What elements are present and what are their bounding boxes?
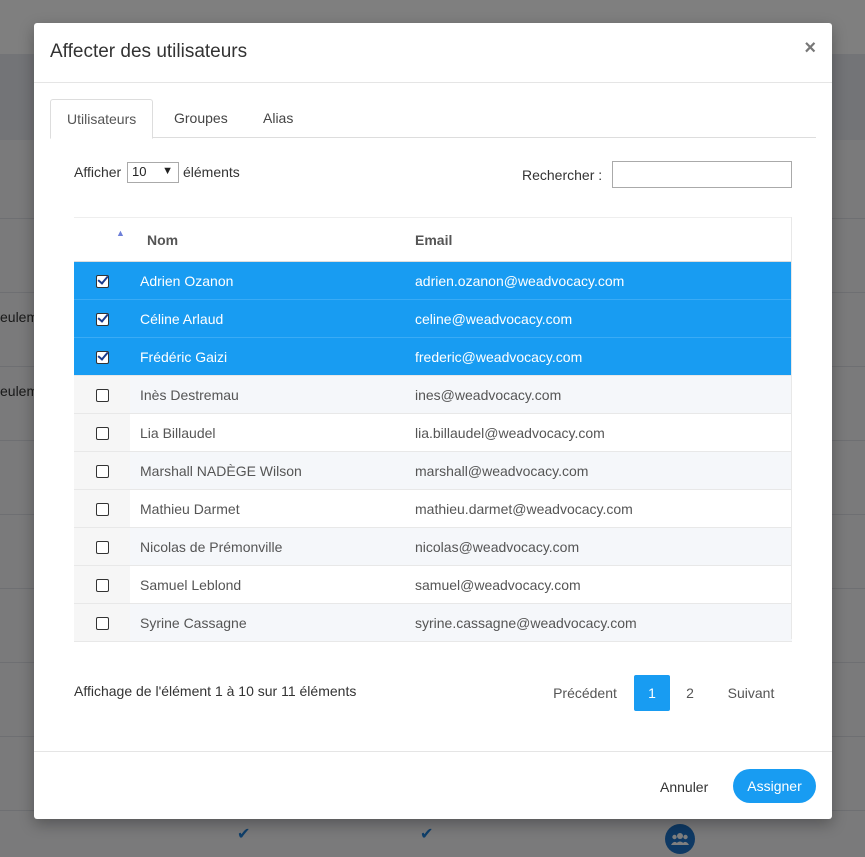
close-icon[interactable]: × <box>804 37 816 59</box>
users-table: ▲ Nom Email Adrien Ozanon adrien.ozanon@w… <box>74 217 792 642</box>
page-length-select[interactable]: 10 ▼ <box>127 162 179 183</box>
row-select-cell[interactable] <box>74 489 130 528</box>
user-email-cell: celine@weadvocacy.com <box>405 299 792 338</box>
search-input[interactable] <box>612 161 792 188</box>
page-length-value: 10 <box>132 164 147 179</box>
user-name-cell: Syrine Cassagne <box>130 603 405 642</box>
pagination-page-1[interactable]: 1 <box>634 675 670 711</box>
row-checkbox[interactable] <box>95 313 109 327</box>
row-select-cell[interactable] <box>74 413 130 452</box>
column-header-email[interactable]: Email <box>405 217 792 262</box>
table-header-row: ▲ Nom Email <box>74 217 792 262</box>
select-column-header[interactable]: ▲ <box>74 217 130 262</box>
table-info: Affichage de l'élément 1 à 10 sur 11 élé… <box>74 683 357 699</box>
modal-title: Affecter des utilisateurs <box>50 41 248 62</box>
cancel-button[interactable]: Annuler <box>650 770 718 804</box>
row-checkbox[interactable] <box>95 351 109 365</box>
tab-utilisateurs[interactable]: Utilisateurs <box>50 99 154 139</box>
row-checkbox[interactable] <box>95 427 109 441</box>
user-name-cell: Mathieu Darmet <box>130 489 405 528</box>
row-checkbox[interactable] <box>95 617 109 631</box>
user-email-cell: marshall@weadvocacy.com <box>405 451 792 490</box>
table-row[interactable]: Lia Billaudel lia.billaudel@weadvocacy.co… <box>74 413 792 452</box>
tab-alias[interactable]: Alias <box>247 99 309 138</box>
table-row[interactable]: Adrien Ozanon adrien.ozanon@weadvocacy.co… <box>74 261 792 300</box>
user-name-cell: Samuel Leblond <box>130 565 405 604</box>
user-name-cell: Nicolas de Prémonville <box>130 527 405 566</box>
row-select-cell[interactable] <box>74 527 130 566</box>
user-email-cell: lia.billaudel@weadvocacy.com <box>405 413 792 452</box>
row-select-cell[interactable] <box>74 451 130 490</box>
user-email-cell: mathieu.darmet@weadvocacy.com <box>405 489 792 528</box>
user-name-cell: Marshall NADÈGE Wilson <box>130 451 405 490</box>
table-row[interactable]: Marshall NADÈGE Wilson marshall@weadvocac… <box>74 451 792 490</box>
user-name-cell: Adrien Ozanon <box>130 261 405 300</box>
row-checkbox[interactable] <box>95 503 109 517</box>
user-name-cell: Lia Billaudel <box>130 413 405 452</box>
user-name-cell: Inès Destremau <box>130 375 405 414</box>
table-row[interactable]: Nicolas de Prémonville nicolas@weadvocacy… <box>74 527 792 566</box>
row-select-cell[interactable] <box>74 375 130 414</box>
row-checkbox[interactable] <box>95 389 109 403</box>
row-select-cell[interactable] <box>74 337 130 376</box>
user-name-cell: Céline Arlaud <box>130 299 405 338</box>
row-select-cell[interactable] <box>74 261 130 300</box>
modal-footer: Annuler Assigner <box>34 751 832 819</box>
table-row[interactable]: Céline Arlaud celine@weadvocacy.com <box>74 299 792 338</box>
table-row[interactable]: Syrine Cassagne syrine.cassagne@weadvocac… <box>74 603 792 642</box>
user-email-cell: adrien.ozanon@weadvocacy.com <box>405 261 792 300</box>
assign-users-dialog: Affecter des utilisateurs × Utilisateurs… <box>34 23 832 819</box>
table-border <box>791 217 792 639</box>
user-email-cell: syrine.cassagne@weadvocacy.com <box>405 603 792 642</box>
assign-button[interactable]: Assigner <box>733 769 816 803</box>
search-label: Rechercher : <box>522 167 603 183</box>
table-row[interactable]: Frédéric Gaizi frederic@weadvocacy.com <box>74 337 792 376</box>
row-checkbox[interactable] <box>95 579 109 593</box>
column-header-nom[interactable]: Nom <box>130 217 405 262</box>
table-row[interactable]: Samuel Leblond samuel@weadvocacy.com <box>74 565 792 604</box>
tab-groupes[interactable]: Groupes <box>158 99 244 138</box>
length-suffix-label: éléments <box>183 164 240 180</box>
row-checkbox[interactable] <box>95 465 109 479</box>
user-email-cell: samuel@weadvocacy.com <box>405 565 792 604</box>
table-row[interactable]: Inès Destremau ines@weadvocacy.com <box>74 375 792 414</box>
chevron-down-icon: ▼ <box>162 165 173 177</box>
user-email-cell: ines@weadvocacy.com <box>405 375 792 414</box>
tab-bar: Utilisateurs Groupes Alias <box>50 99 816 139</box>
length-prefix-label: Afficher <box>74 164 122 180</box>
pagination-page-2[interactable]: 2 <box>672 675 708 711</box>
row-checkbox[interactable] <box>95 275 109 289</box>
row-select-cell[interactable] <box>74 299 130 338</box>
row-checkbox[interactable] <box>95 541 109 555</box>
user-name-cell: Frédéric Gaizi <box>130 337 405 376</box>
sort-asc-icon: ▲ <box>116 228 125 238</box>
pagination-previous[interactable]: Précédent <box>538 675 632 711</box>
modal-header: Affecter des utilisateurs × <box>34 23 832 83</box>
row-select-cell[interactable] <box>74 565 130 604</box>
user-email-cell: frederic@weadvocacy.com <box>405 337 792 376</box>
table-row[interactable]: Mathieu Darmet mathieu.darmet@weadvocacy.… <box>74 489 792 528</box>
row-select-cell[interactable] <box>74 603 130 642</box>
user-email-cell: nicolas@weadvocacy.com <box>405 527 792 566</box>
pagination-next[interactable]: Suivant <box>714 675 788 711</box>
